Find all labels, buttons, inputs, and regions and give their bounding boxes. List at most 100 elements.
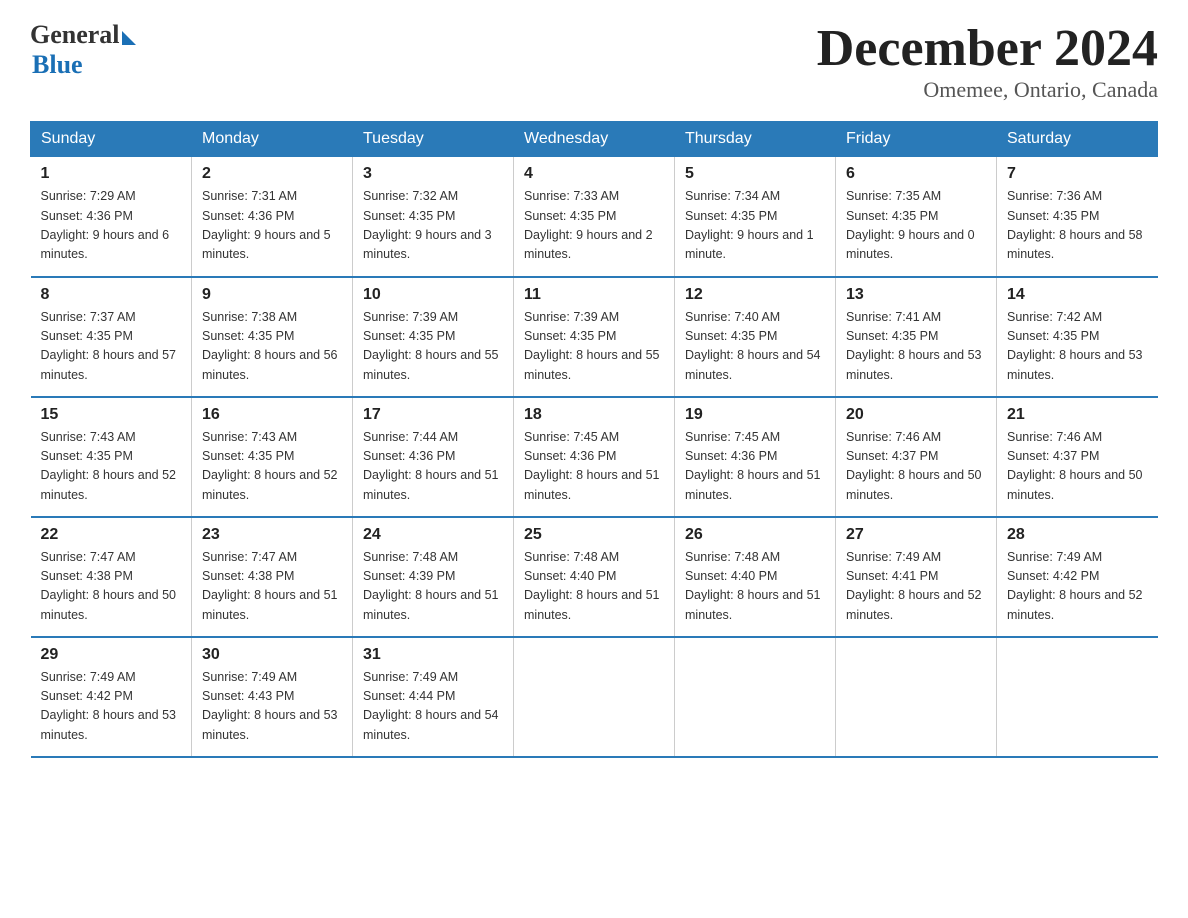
day-number: 22	[41, 526, 182, 544]
calendar-cell: 31 Sunrise: 7:49 AMSunset: 4:44 PMDaylig…	[353, 637, 514, 757]
day-number: 29	[41, 646, 182, 664]
day-info: Sunrise: 7:39 AMSunset: 4:35 PMDaylight:…	[363, 310, 499, 382]
day-number: 7	[1007, 165, 1148, 183]
calendar-cell: 1 Sunrise: 7:29 AMSunset: 4:36 PMDayligh…	[31, 157, 192, 277]
calendar-week-1: 1 Sunrise: 7:29 AMSunset: 4:36 PMDayligh…	[31, 157, 1158, 277]
day-number: 15	[41, 406, 182, 424]
calendar-week-5: 29 Sunrise: 7:49 AMSunset: 4:42 PMDaylig…	[31, 637, 1158, 757]
calendar-cell: 16 Sunrise: 7:43 AMSunset: 4:35 PMDaylig…	[192, 397, 353, 517]
calendar-week-2: 8 Sunrise: 7:37 AMSunset: 4:35 PMDayligh…	[31, 277, 1158, 397]
day-number: 20	[846, 406, 986, 424]
calendar-cell: 18 Sunrise: 7:45 AMSunset: 4:36 PMDaylig…	[514, 397, 675, 517]
header-row: Sunday Monday Tuesday Wednesday Thursday…	[31, 122, 1158, 157]
calendar-cell: 25 Sunrise: 7:48 AMSunset: 4:40 PMDaylig…	[514, 517, 675, 637]
calendar-cell: 10 Sunrise: 7:39 AMSunset: 4:35 PMDaylig…	[353, 277, 514, 397]
calendar-cell: 29 Sunrise: 7:49 AMSunset: 4:42 PMDaylig…	[31, 637, 192, 757]
calendar-header: Sunday Monday Tuesday Wednesday Thursday…	[31, 122, 1158, 157]
logo-arrow-icon	[122, 31, 136, 45]
day-info: Sunrise: 7:29 AMSunset: 4:36 PMDaylight:…	[41, 189, 170, 261]
day-info: Sunrise: 7:36 AMSunset: 4:35 PMDaylight:…	[1007, 189, 1143, 261]
day-number: 26	[685, 526, 825, 544]
calendar-cell: 9 Sunrise: 7:38 AMSunset: 4:35 PMDayligh…	[192, 277, 353, 397]
day-number: 24	[363, 526, 503, 544]
month-title: December 2024	[817, 20, 1158, 77]
calendar-cell: 22 Sunrise: 7:47 AMSunset: 4:38 PMDaylig…	[31, 517, 192, 637]
calendar-week-3: 15 Sunrise: 7:43 AMSunset: 4:35 PMDaylig…	[31, 397, 1158, 517]
day-number: 8	[41, 286, 182, 304]
day-info: Sunrise: 7:48 AMSunset: 4:39 PMDaylight:…	[363, 550, 499, 622]
day-info: Sunrise: 7:47 AMSunset: 4:38 PMDaylight:…	[41, 550, 177, 622]
day-number: 3	[363, 165, 503, 183]
calendar-cell: 7 Sunrise: 7:36 AMSunset: 4:35 PMDayligh…	[997, 157, 1158, 277]
calendar-cell	[514, 637, 675, 757]
location-subtitle: Omemee, Ontario, Canada	[817, 77, 1158, 103]
day-info: Sunrise: 7:38 AMSunset: 4:35 PMDaylight:…	[202, 310, 338, 382]
calendar-cell: 14 Sunrise: 7:42 AMSunset: 4:35 PMDaylig…	[997, 277, 1158, 397]
calendar-cell: 23 Sunrise: 7:47 AMSunset: 4:38 PMDaylig…	[192, 517, 353, 637]
calendar-cell: 24 Sunrise: 7:48 AMSunset: 4:39 PMDaylig…	[353, 517, 514, 637]
day-number: 5	[685, 165, 825, 183]
day-info: Sunrise: 7:49 AMSunset: 4:43 PMDaylight:…	[202, 670, 338, 742]
day-info: Sunrise: 7:41 AMSunset: 4:35 PMDaylight:…	[846, 310, 982, 382]
calendar-cell: 19 Sunrise: 7:45 AMSunset: 4:36 PMDaylig…	[675, 397, 836, 517]
calendar-cell: 3 Sunrise: 7:32 AMSunset: 4:35 PMDayligh…	[353, 157, 514, 277]
day-number: 2	[202, 165, 342, 183]
day-number: 1	[41, 165, 182, 183]
calendar-cell: 20 Sunrise: 7:46 AMSunset: 4:37 PMDaylig…	[836, 397, 997, 517]
calendar-cell: 12 Sunrise: 7:40 AMSunset: 4:35 PMDaylig…	[675, 277, 836, 397]
day-info: Sunrise: 7:49 AMSunset: 4:41 PMDaylight:…	[846, 550, 982, 622]
day-info: Sunrise: 7:43 AMSunset: 4:35 PMDaylight:…	[41, 430, 177, 502]
day-number: 6	[846, 165, 986, 183]
calendar-body: 1 Sunrise: 7:29 AMSunset: 4:36 PMDayligh…	[31, 157, 1158, 757]
title-block: December 2024 Omemee, Ontario, Canada	[817, 20, 1158, 103]
calendar-cell	[675, 637, 836, 757]
day-info: Sunrise: 7:45 AMSunset: 4:36 PMDaylight:…	[524, 430, 660, 502]
calendar-cell: 4 Sunrise: 7:33 AMSunset: 4:35 PMDayligh…	[514, 157, 675, 277]
calendar-cell: 28 Sunrise: 7:49 AMSunset: 4:42 PMDaylig…	[997, 517, 1158, 637]
logo-blue: Blue	[32, 50, 83, 80]
calendar-cell: 21 Sunrise: 7:46 AMSunset: 4:37 PMDaylig…	[997, 397, 1158, 517]
day-info: Sunrise: 7:49 AMSunset: 4:42 PMDaylight:…	[41, 670, 177, 742]
calendar-cell: 5 Sunrise: 7:34 AMSunset: 4:35 PMDayligh…	[675, 157, 836, 277]
calendar-cell: 13 Sunrise: 7:41 AMSunset: 4:35 PMDaylig…	[836, 277, 997, 397]
day-number: 4	[524, 165, 664, 183]
day-number: 10	[363, 286, 503, 304]
day-info: Sunrise: 7:40 AMSunset: 4:35 PMDaylight:…	[685, 310, 821, 382]
header-thursday: Thursday	[675, 122, 836, 157]
day-info: Sunrise: 7:43 AMSunset: 4:35 PMDaylight:…	[202, 430, 338, 502]
day-info: Sunrise: 7:42 AMSunset: 4:35 PMDaylight:…	[1007, 310, 1143, 382]
day-info: Sunrise: 7:48 AMSunset: 4:40 PMDaylight:…	[524, 550, 660, 622]
day-number: 28	[1007, 526, 1148, 544]
day-info: Sunrise: 7:49 AMSunset: 4:44 PMDaylight:…	[363, 670, 499, 742]
calendar-cell	[836, 637, 997, 757]
day-info: Sunrise: 7:47 AMSunset: 4:38 PMDaylight:…	[202, 550, 338, 622]
day-number: 31	[363, 646, 503, 664]
day-info: Sunrise: 7:34 AMSunset: 4:35 PMDaylight:…	[685, 189, 814, 261]
calendar-cell: 8 Sunrise: 7:37 AMSunset: 4:35 PMDayligh…	[31, 277, 192, 397]
header-sunday: Sunday	[31, 122, 192, 157]
day-info: Sunrise: 7:31 AMSunset: 4:36 PMDaylight:…	[202, 189, 331, 261]
calendar-cell: 27 Sunrise: 7:49 AMSunset: 4:41 PMDaylig…	[836, 517, 997, 637]
day-info: Sunrise: 7:46 AMSunset: 4:37 PMDaylight:…	[1007, 430, 1143, 502]
calendar-cell: 17 Sunrise: 7:44 AMSunset: 4:36 PMDaylig…	[353, 397, 514, 517]
calendar-cell: 15 Sunrise: 7:43 AMSunset: 4:35 PMDaylig…	[31, 397, 192, 517]
calendar-cell: 11 Sunrise: 7:39 AMSunset: 4:35 PMDaylig…	[514, 277, 675, 397]
day-info: Sunrise: 7:45 AMSunset: 4:36 PMDaylight:…	[685, 430, 821, 502]
day-number: 17	[363, 406, 503, 424]
day-number: 25	[524, 526, 664, 544]
day-number: 9	[202, 286, 342, 304]
logo-general: General	[30, 20, 120, 50]
day-number: 21	[1007, 406, 1148, 424]
calendar-cell: 26 Sunrise: 7:48 AMSunset: 4:40 PMDaylig…	[675, 517, 836, 637]
day-info: Sunrise: 7:44 AMSunset: 4:36 PMDaylight:…	[363, 430, 499, 502]
header-tuesday: Tuesday	[353, 122, 514, 157]
calendar-table: Sunday Monday Tuesday Wednesday Thursday…	[30, 121, 1158, 758]
logo: General Blue	[30, 20, 136, 80]
day-number: 18	[524, 406, 664, 424]
calendar-cell: 6 Sunrise: 7:35 AMSunset: 4:35 PMDayligh…	[836, 157, 997, 277]
header-friday: Friday	[836, 122, 997, 157]
day-info: Sunrise: 7:32 AMSunset: 4:35 PMDaylight:…	[363, 189, 492, 261]
day-number: 27	[846, 526, 986, 544]
day-number: 16	[202, 406, 342, 424]
calendar-cell: 2 Sunrise: 7:31 AMSunset: 4:36 PMDayligh…	[192, 157, 353, 277]
